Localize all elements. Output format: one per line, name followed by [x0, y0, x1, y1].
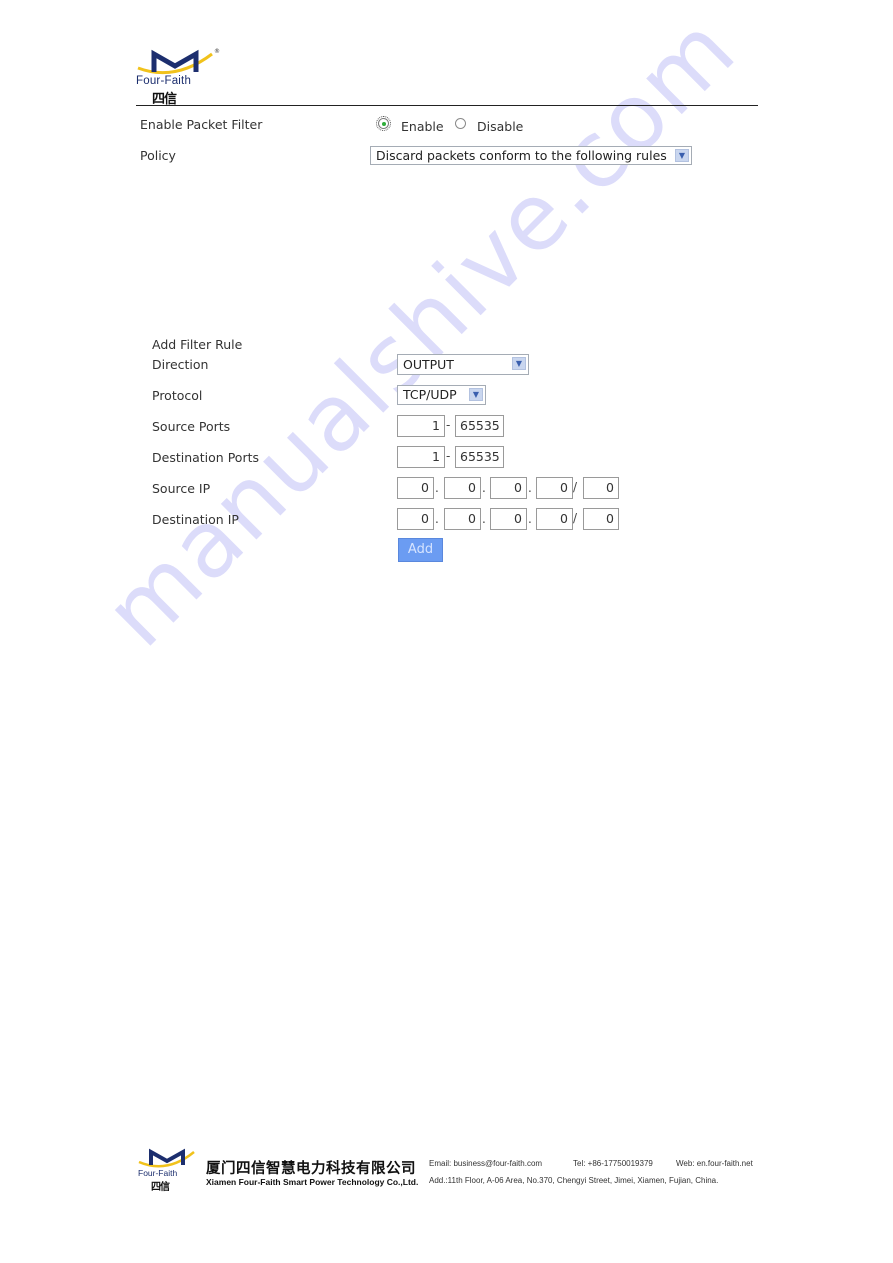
policy-label: Policy — [140, 148, 176, 163]
dest-port-to-input[interactable]: 65535 — [455, 446, 504, 468]
dest-port-from-input[interactable]: 1 — [397, 446, 445, 468]
chevron-down-icon[interactable]: ▼ — [469, 388, 483, 401]
dest-ip-octet-3[interactable]: 0 — [490, 508, 527, 530]
protocol-select[interactable]: TCP/UDP ▼ — [397, 385, 486, 405]
registered-mark: ® — [214, 48, 220, 55]
mask-separator: / — [573, 480, 578, 494]
policy-select-value: Discard packets conform to the following… — [376, 148, 667, 163]
footer-address: Add.:11th Floor, A-06 Area, No.370, Chen… — [429, 1176, 719, 1185]
add-filter-rule-title: Add Filter Rule — [152, 337, 243, 352]
policy-select[interactable]: Discard packets conform to the following… — [370, 146, 692, 165]
chevron-down-icon[interactable]: ▼ — [512, 357, 526, 370]
logo-m-icon — [138, 1148, 195, 1168]
footer-logo-brand: Four-Faith — [138, 1168, 178, 1178]
protocol-select-value: TCP/UDP — [403, 387, 457, 402]
source-ip-octet-3[interactable]: 0 — [490, 477, 527, 499]
direction-select[interactable]: OUTPUT ▼ — [397, 354, 529, 375]
header-divider — [136, 105, 758, 106]
direction-select-value: OUTPUT — [403, 357, 454, 372]
dot-separator: . — [435, 481, 439, 495]
mask-separator: / — [573, 511, 578, 525]
dest-ip-octet-1[interactable]: 0 — [397, 508, 434, 530]
direction-label: Direction — [152, 357, 209, 372]
source-port-to-input[interactable]: 65535 — [455, 415, 504, 437]
source-ip-octet-2[interactable]: 0 — [444, 477, 481, 499]
add-rule-button[interactable]: Add — [398, 538, 443, 562]
source-ip-mask[interactable]: 0 — [583, 477, 619, 499]
dest-ip-octet-4[interactable]: 0 — [536, 508, 573, 530]
enable-packet-filter-label: Enable Packet Filter — [140, 117, 263, 132]
source-ip-octet-4[interactable]: 0 — [536, 477, 573, 499]
disable-radio-label[interactable]: Disable — [477, 119, 523, 134]
footer-logo: Four-Faith 四信 — [138, 1148, 198, 1193]
footer-tel: Tel: +86-17750019379 — [573, 1159, 653, 1168]
range-separator: - — [446, 418, 451, 432]
company-logo: ® Four-Faith 四信 — [136, 48, 220, 107]
footer-web: Web: en.four-faith.net — [676, 1159, 753, 1168]
company-name-cn: 厦门四信智慧电力科技有限公司 — [206, 1161, 416, 1177]
enable-radio-label[interactable]: Enable — [401, 119, 444, 134]
destination-ip-label: Destination IP — [152, 512, 239, 527]
source-port-from-input[interactable]: 1 — [397, 415, 445, 437]
dot-separator: . — [528, 481, 532, 495]
logo-brand-text: Four-Faith — [136, 75, 192, 87]
source-ports-label: Source Ports — [152, 419, 231, 434]
source-ip-label: Source IP — [152, 481, 211, 496]
chevron-down-icon[interactable]: ▼ — [675, 149, 689, 162]
logo-m-icon — [137, 49, 213, 75]
footer-email: Email: business@four-faith.com — [429, 1159, 543, 1168]
enable-radio[interactable] — [376, 116, 391, 131]
dest-ip-mask[interactable]: 0 — [583, 508, 619, 530]
dot-separator: . — [482, 512, 486, 526]
disable-radio[interactable] — [455, 118, 466, 129]
source-ip-octet-1[interactable]: 0 — [397, 477, 434, 499]
dest-ip-octet-2[interactable]: 0 — [444, 508, 481, 530]
range-separator: - — [446, 449, 451, 463]
dot-separator: . — [435, 512, 439, 526]
destination-ports-label: Destination Ports — [152, 450, 259, 465]
protocol-label: Protocol — [152, 388, 203, 403]
dot-separator: . — [528, 512, 532, 526]
footer-logo-cn: 四信 — [151, 1182, 170, 1193]
dot-separator: . — [482, 481, 486, 495]
company-name-en: Xiamen Four-Faith Smart Power Technology… — [206, 1177, 419, 1187]
